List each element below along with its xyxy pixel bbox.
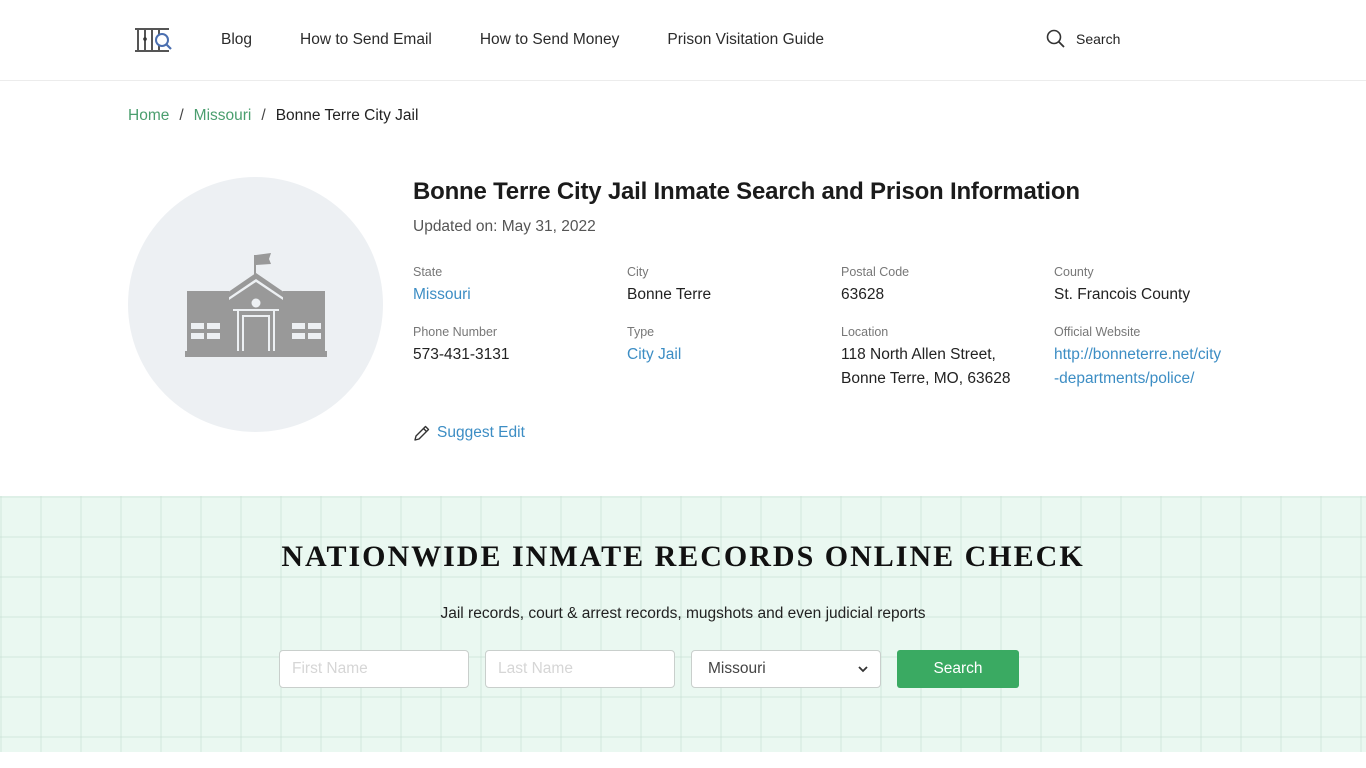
breadcrumb-home[interactable]: Home (128, 107, 169, 125)
breadcrumb-separator: / (261, 107, 266, 124)
main-nav: Blog How to Send Email How to Send Money… (221, 0, 872, 80)
detail-label: Postal Code (841, 265, 910, 279)
detail-value: 63628 (841, 286, 885, 303)
detail-label: City (627, 265, 649, 279)
first-name-input[interactable] (279, 650, 469, 688)
inmate-search-section (0, 496, 1366, 752)
search-icon (1046, 29, 1065, 48)
page-title: Bonne Terre City Jail Inmate Search and … (413, 178, 1080, 205)
nav-send-email[interactable]: How to Send Email (300, 31, 432, 49)
state-select[interactable]: Missouri (691, 650, 881, 688)
suggest-edit-label: Suggest Edit (437, 424, 525, 441)
nav-blog[interactable]: Blog (221, 31, 252, 49)
detail-label: Phone Number (413, 325, 498, 339)
detail-city: City Bonne Terre (627, 264, 837, 307)
nav-visitation-guide[interactable]: Prison Visitation Guide (667, 31, 824, 49)
detail-label: State (413, 265, 443, 279)
detail-location: Location 118 North Allen Street, Bonne T… (841, 324, 1051, 391)
website-link[interactable]: http://bonneterre.net/city -departments/… (1054, 343, 1264, 391)
breadcrumb-separator: / (179, 107, 184, 124)
breadcrumb: Home / Missouri / Bonne Terre City Jail (128, 107, 418, 125)
search-section-subtitle: Jail records, court & arrest records, mu… (440, 605, 926, 622)
detail-postal-code: Postal Code 63628 (841, 264, 1051, 307)
chevron-down-icon (858, 666, 868, 673)
search-section-title: NATIONWIDE INMATE RECORDS ONLINE CHECK (281, 540, 1085, 573)
type-link[interactable]: City Jail (627, 343, 837, 367)
website-line-2[interactable]: -departments/police/ (1054, 367, 1264, 391)
header-search-button[interactable]: Search (1046, 29, 1120, 49)
detail-type: Type City Jail (627, 324, 837, 367)
detail-label: County (1054, 265, 1094, 279)
site-header: Blog How to Send Email How to Send Money… (0, 0, 1366, 81)
detail-county: County St. Francois County (1054, 264, 1264, 307)
pencil-icon (414, 425, 430, 441)
detail-state: State Missouri (413, 264, 623, 307)
facility-avatar (128, 177, 383, 432)
detail-value: Bonne Terre (627, 286, 712, 303)
suggest-edit-link[interactable]: Suggest Edit (413, 424, 525, 442)
breadcrumb-current: Bonne Terre City Jail (275, 107, 419, 124)
address-line-2: Bonne Terre, MO, 63628 (841, 370, 1011, 387)
detail-label: Location (841, 325, 889, 339)
detail-value: St. Francois County (1054, 286, 1191, 303)
detail-value: 573-431-3131 (413, 346, 510, 363)
building-icon (184, 252, 327, 357)
detail-label: Type (627, 325, 655, 339)
state-link[interactable]: Missouri (413, 283, 623, 307)
updated-date: Updated on: May 31, 2022 (413, 218, 596, 235)
header-search-label: Search (1076, 31, 1121, 47)
detail-label: Official Website (1054, 325, 1141, 339)
state-select-value: Missouri (708, 660, 766, 677)
detail-website: Official Website http://bonneterre.net/c… (1054, 324, 1264, 391)
nav-send-money[interactable]: How to Send Money (480, 31, 620, 49)
website-line-1[interactable]: http://bonneterre.net/city (1054, 343, 1264, 367)
last-name-input[interactable] (485, 650, 675, 688)
search-button[interactable]: Search (897, 650, 1019, 688)
address-line-1: 118 North Allen Street, (841, 346, 996, 363)
detail-value: 118 North Allen Street, Bonne Terre, MO,… (841, 343, 1051, 391)
logo-icon[interactable] (134, 26, 174, 54)
detail-phone: Phone Number 573-431-3131 (413, 324, 623, 367)
breadcrumb-state[interactable]: Missouri (194, 107, 252, 125)
